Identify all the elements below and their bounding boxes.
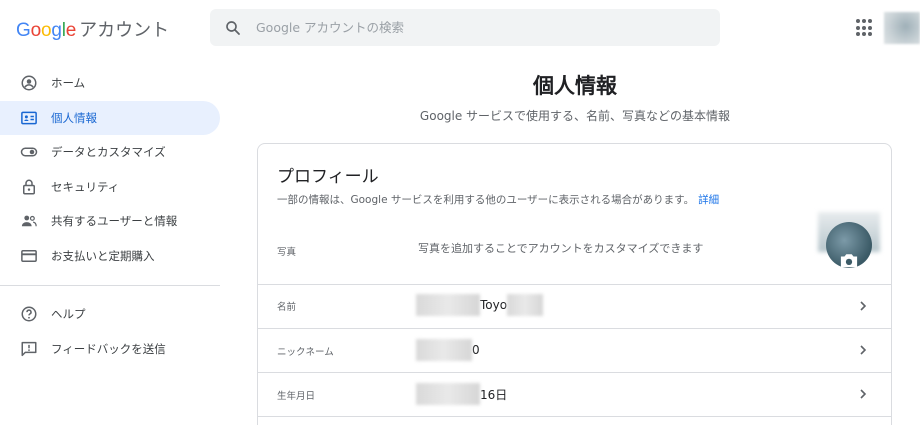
profile-card-description: 一部の情報は、Google サービスを利用する他のユーザーに表示される場合があり… xyxy=(277,192,719,207)
sidebar-item-security[interactable]: セキュリティ xyxy=(0,170,220,205)
nickname-label: ニックネーム xyxy=(277,347,334,358)
birthday-row[interactable]: 生年月日 16日 xyxy=(258,372,891,416)
page-subtitle: Google サービスで使用する、名前、写真などの基本情報 xyxy=(419,109,731,123)
logo-product-name: アカウント xyxy=(79,20,170,41)
photo-description: 写真を追加することでアカウントをカスタマイズできます xyxy=(418,242,704,255)
sidebar-item-payments[interactable]: お支払いと定期購入 xyxy=(0,239,220,274)
account-avatar[interactable] xyxy=(884,12,920,44)
help-icon xyxy=(21,306,37,322)
sidebar-item-label: ホーム xyxy=(51,76,86,91)
profile-description-text: 一部の情報は、Google サービスを利用する他のユーザーに表示される場合があり… xyxy=(277,194,695,206)
lock-icon xyxy=(23,179,35,195)
sidebar-item-label: 共有するユーザーと情報 xyxy=(51,214,178,229)
name-label: 名前 xyxy=(277,302,297,313)
search-icon[interactable] xyxy=(224,19,242,37)
search-bar[interactable] xyxy=(210,9,720,46)
nickname-visible-text: 0 xyxy=(472,343,480,357)
sidebar-item-label: ヘルプ xyxy=(51,307,86,322)
toggle-icon xyxy=(20,147,38,157)
sidebar-item-label: セキュリティ xyxy=(51,179,120,194)
people-icon xyxy=(21,215,37,227)
search-input[interactable] xyxy=(256,20,696,35)
chevron-right-icon xyxy=(860,389,867,399)
sidebar-item-feedback[interactable]: フィードバックを送信 xyxy=(0,332,220,367)
google-wordmark: Google xyxy=(16,20,77,41)
chevron-right-icon xyxy=(860,301,867,311)
apps-grid-icon[interactable] xyxy=(856,19,874,37)
sidebar-item-help[interactable]: ヘルプ xyxy=(0,297,220,332)
sidebar-item-label: 個人情報 xyxy=(51,110,97,125)
google-account-logo[interactable]: Google アカウント xyxy=(16,16,170,41)
profile-card: プロフィール 一部の情報は、Google サービスを利用する他のユーザーに表示さ… xyxy=(257,143,892,425)
details-link[interactable]: 詳細 xyxy=(698,194,719,206)
home-person-icon xyxy=(21,75,37,91)
credit-card-icon xyxy=(21,249,37,262)
page-title: 個人情報 xyxy=(533,74,617,98)
sidebar-item-personal-info[interactable]: 個人情報 xyxy=(0,100,220,135)
feedback-icon xyxy=(21,341,37,356)
photo-label: 写真 xyxy=(277,247,297,258)
sidebar-divider xyxy=(0,285,220,286)
sidebar-nav: ホーム 個人情報 データとカスタマイズ セキュリティ 共有するユーザーと情報 お… xyxy=(0,66,220,366)
birthday-visible-text: 16日 xyxy=(480,387,508,402)
birthday-label: 生年月日 xyxy=(277,391,316,402)
sidebar-item-home[interactable]: ホーム xyxy=(0,66,220,101)
redacted-text xyxy=(416,383,480,405)
top-bar: Google アカウント xyxy=(0,0,920,56)
row-separator xyxy=(258,416,891,417)
name-visible-text: Toyo xyxy=(480,298,508,312)
sidebar-item-label: フィードバックを送信 xyxy=(51,341,166,356)
profile-card-title: プロフィール xyxy=(277,167,379,187)
birthday-value: 16日 xyxy=(416,383,507,405)
profile-photo-avatar[interactable] xyxy=(826,222,872,272)
redacted-text xyxy=(507,294,544,316)
camera-icon xyxy=(840,254,858,268)
sidebar-item-label: データとカスタマイズ xyxy=(51,145,166,160)
nickname-value: 0 xyxy=(416,339,480,361)
id-card-icon xyxy=(21,111,37,125)
redacted-text xyxy=(416,294,480,316)
sidebar-item-data-customization[interactable]: データとカスタマイズ xyxy=(0,135,220,170)
name-row[interactable]: 名前 Toyo xyxy=(258,284,891,328)
redacted-text xyxy=(416,339,472,361)
sidebar-item-people-sharing[interactable]: 共有するユーザーと情報 xyxy=(0,204,220,239)
name-value: Toyo xyxy=(416,294,544,316)
nickname-row[interactable]: ニックネーム 0 xyxy=(258,328,891,372)
chevron-right-icon xyxy=(860,345,867,355)
sidebar-item-label: お支払いと定期購入 xyxy=(51,248,155,263)
